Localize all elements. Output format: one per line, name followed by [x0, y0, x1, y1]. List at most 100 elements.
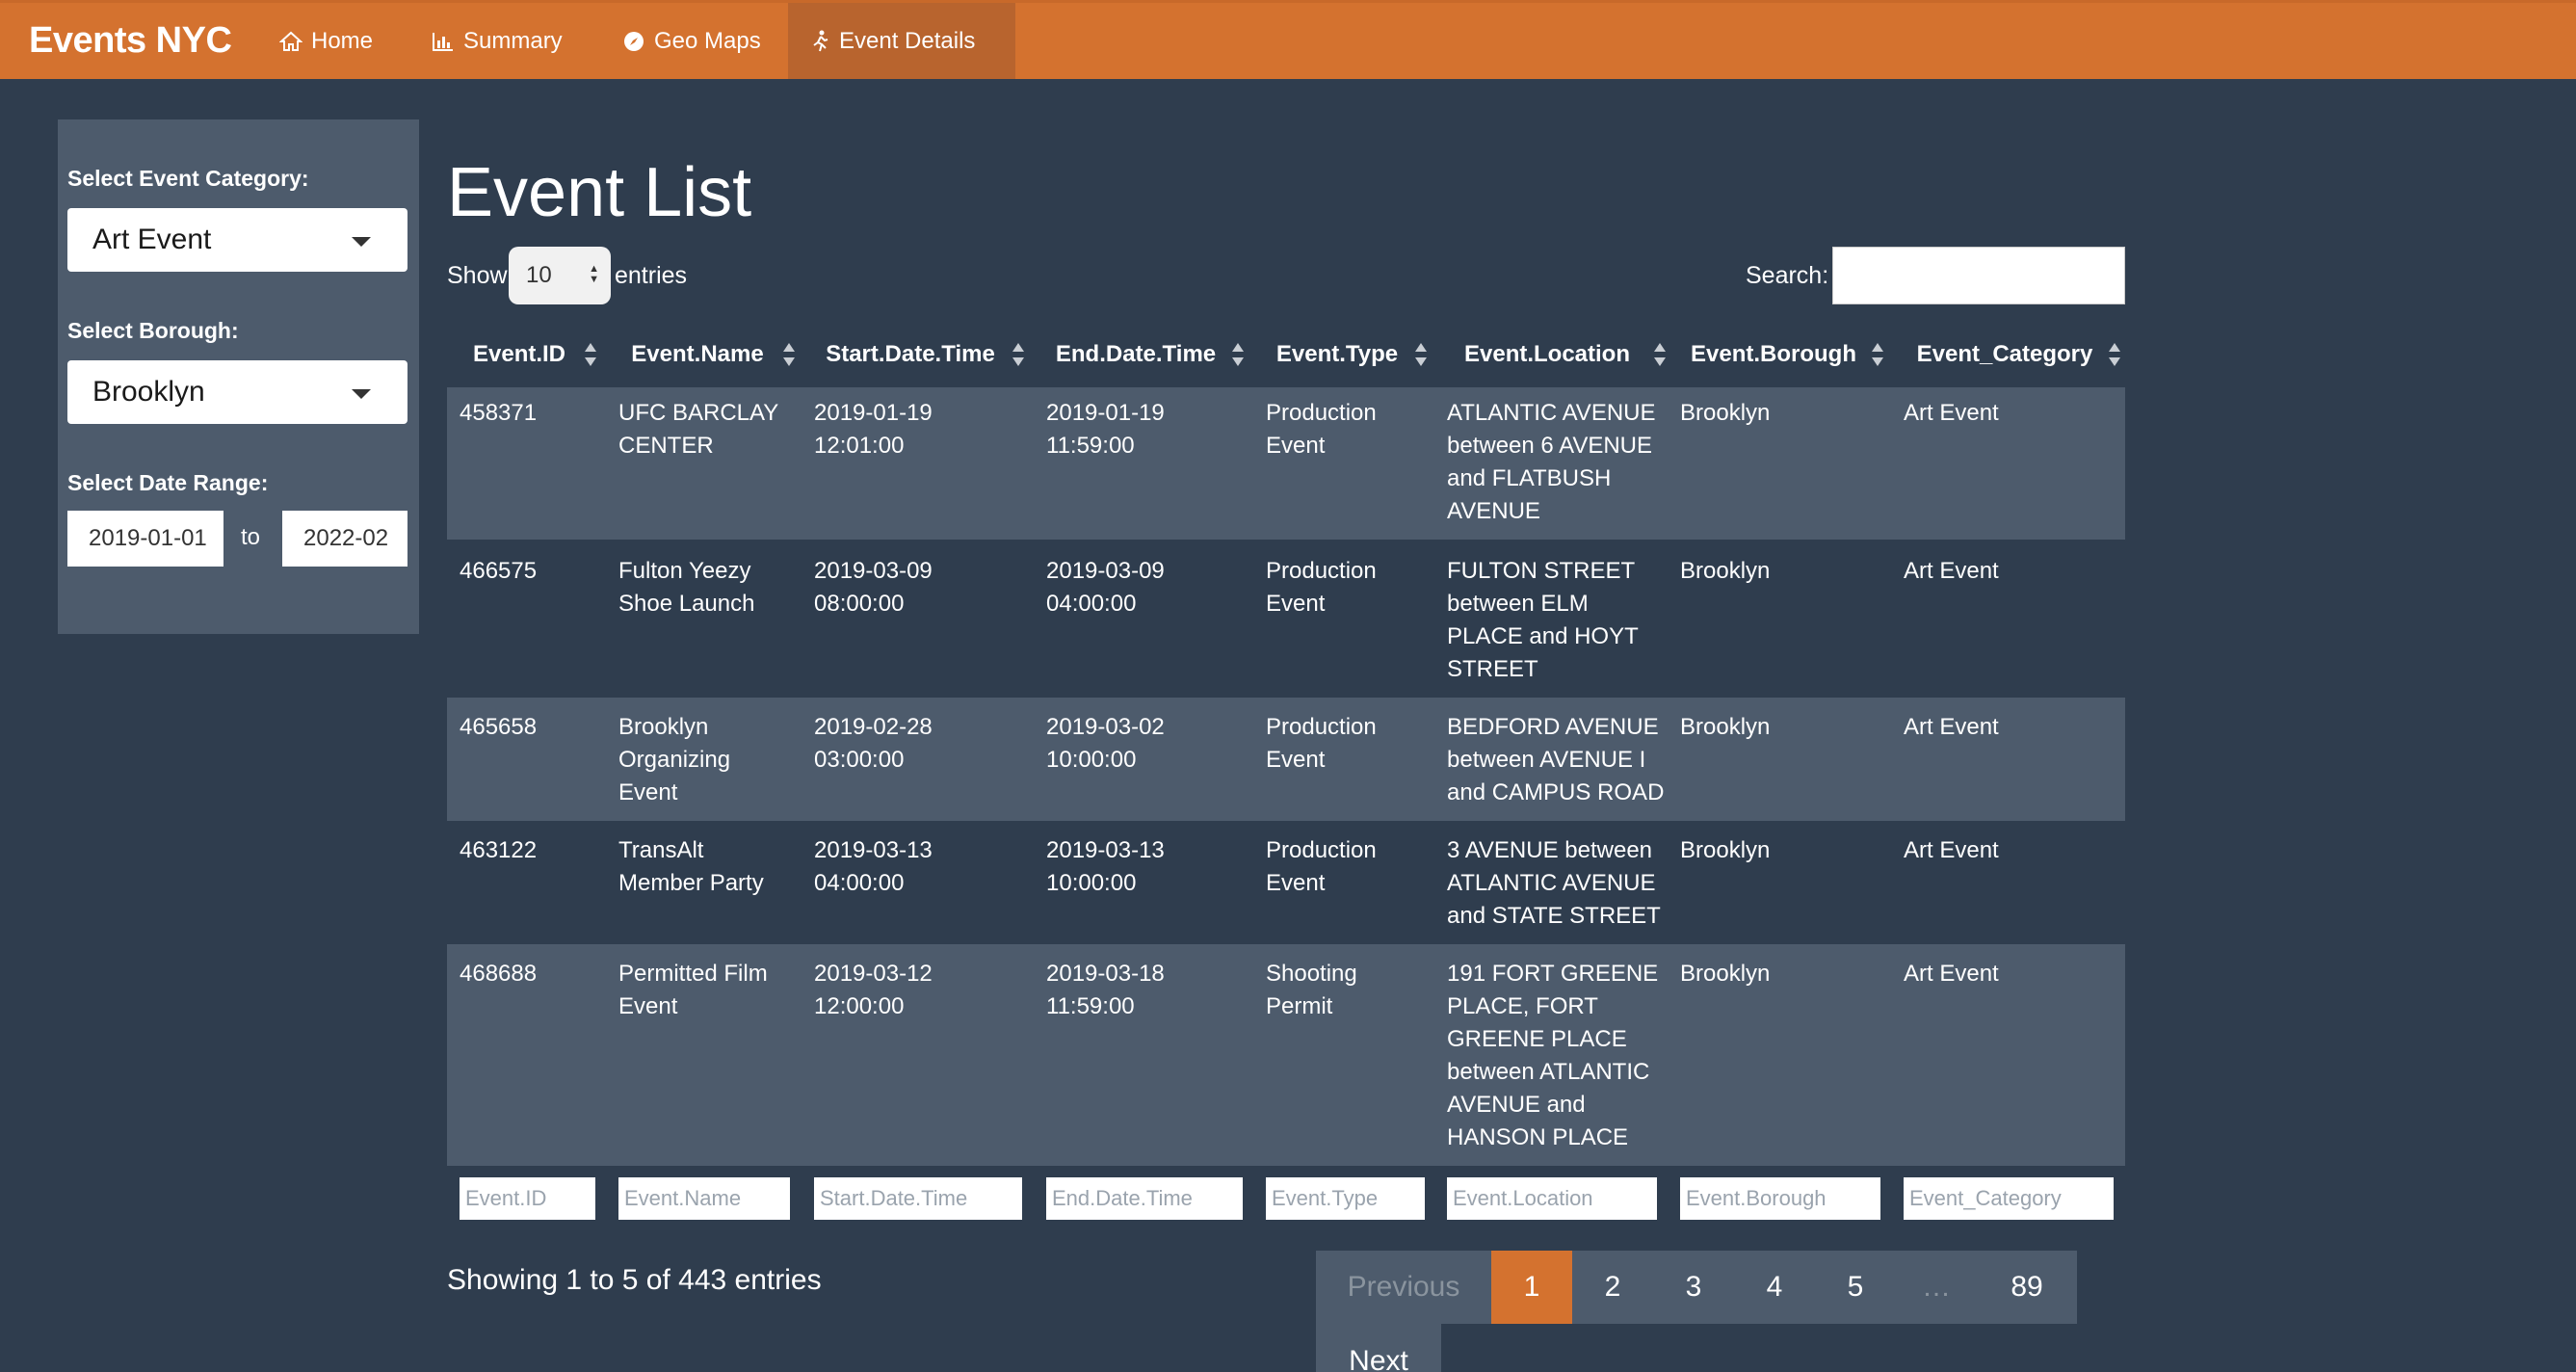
column-header-label: Event.Name: [631, 341, 764, 367]
category-select-value: Art Event: [92, 224, 212, 255]
category-label: Select Event Category:: [67, 166, 309, 191]
cell-start-date: 2019-01-19 12:01:00: [814, 400, 933, 459]
nav-summary-label: Summary: [463, 27, 563, 54]
cell-event-name: Fulton Yeezy Shoe Launch: [618, 558, 755, 617]
date-range-separator: to: [241, 524, 261, 550]
home-icon: [279, 31, 302, 51]
column-header-label: Event_Category: [1916, 341, 2093, 367]
filter-event-name[interactable]: Event.Name: [618, 1177, 790, 1220]
cell-event-location: BEDFORD AVENUE between AVENUE Iand CAMPUS…: [1447, 714, 1665, 805]
cell-event-name: Brooklyn Organizing Event: [618, 714, 731, 805]
sort-icon: [585, 343, 596, 366]
next-button[interactable]: Next: [1316, 1324, 1441, 1372]
cell-end-date: 2019-03-02 10:00:00: [1046, 714, 1165, 773]
top-navbar: Events NYC Home Summary Geo Maps Event D…: [0, 0, 2576, 79]
chevron-down-icon: [352, 237, 371, 247]
column-header-event-category[interactable]: Event_Category: [1907, 337, 2121, 372]
filter-event-borough[interactable]: Event.Borough: [1680, 1177, 1880, 1220]
search-label: Search:: [1746, 262, 1829, 289]
cell-event-category: Art Event: [1904, 961, 1999, 987]
cell-event-borough: Brooklyn: [1680, 961, 1771, 987]
cell-event-id: 468688: [460, 961, 538, 987]
cell-event-category: Art Event: [1904, 837, 1999, 863]
column-header-event-name[interactable]: Event.Name: [618, 337, 796, 372]
sort-icon: [1654, 343, 1666, 366]
page-button-5[interactable]: 5: [1815, 1251, 1896, 1324]
cell-event-id: 463122: [460, 837, 538, 863]
filter-start-date[interactable]: Start.Date.Time: [814, 1177, 1022, 1220]
page-button-2[interactable]: 2: [1572, 1251, 1653, 1324]
nav-home[interactable]: Home: [256, 3, 396, 79]
date-range-label: Select Date Range:: [67, 470, 269, 495]
cell-event-location: 3 AVENUE between ATLANTIC AVENUE and STATE…: [1447, 837, 1661, 929]
category-select[interactable]: Art Event: [67, 208, 407, 272]
chevron-down-icon: [352, 389, 371, 399]
nav-event-details-label: Event Details: [839, 27, 976, 54]
cell-event-type: Production Event: [1266, 837, 1377, 896]
cell-event-borough: Brooklyn: [1680, 714, 1771, 740]
cell-event-category: Art Event: [1904, 558, 1999, 584]
cell-event-type: Production Event: [1266, 558, 1377, 617]
cell-start-date: 2019-02-28 03:00:00: [814, 714, 933, 773]
cell-event-category: Art Event: [1904, 714, 1999, 740]
cell-event-borough: Brooklyn: [1680, 558, 1771, 584]
cell-end-date: 2019-03-09 04:00:00: [1046, 558, 1165, 617]
page-title: Event List: [447, 154, 752, 231]
show-label: Show: [447, 262, 508, 289]
previous-button[interactable]: Previous: [1316, 1251, 1491, 1324]
sort-icon: [1872, 343, 1883, 366]
cell-event-name: UFC BARCLAY CENTER: [618, 400, 779, 459]
cell-event-borough: Brooklyn: [1680, 837, 1771, 863]
column-header-label: Event.Location: [1463, 341, 1631, 367]
cell-event-type: Production Event: [1266, 714, 1377, 773]
cell-event-id: 466575: [460, 558, 538, 584]
column-header-event-type[interactable]: Event.Type: [1266, 337, 1428, 372]
page-length-value: 10: [526, 262, 552, 288]
filter-event-id[interactable]: Event.ID: [460, 1177, 595, 1220]
nav-summary[interactable]: Summary: [408, 3, 586, 79]
brand-title[interactable]: Events NYC: [29, 20, 232, 62]
cell-event-name: TransAlt Member Party: [618, 837, 764, 896]
column-header-label: Event.Type: [1275, 341, 1399, 367]
nav-geo-maps-label: Geo Maps: [654, 27, 761, 54]
column-header-event-borough[interactable]: Event.Borough: [1682, 337, 1884, 372]
column-header-event-location[interactable]: Event.Location: [1447, 337, 1667, 372]
cell-end-date: 2019-03-13 10:00:00: [1046, 837, 1165, 896]
compass-icon: [624, 31, 644, 51]
sort-icon: [1415, 343, 1427, 366]
cell-start-date: 2019-03-13 04:00:00: [814, 837, 933, 896]
column-header-start-date[interactable]: Start.Date.Time: [815, 337, 1025, 372]
cell-event-location: FULTON STREET between ELM PLACE and HOYT ST…: [1447, 558, 1639, 682]
borough-select-value: Brooklyn: [92, 376, 205, 408]
column-header-event-id[interactable]: Event.ID: [460, 337, 597, 372]
sort-icon: [1012, 343, 1024, 366]
borough-select[interactable]: Brooklyn: [67, 360, 407, 424]
date-end-input[interactable]: 2022-02: [282, 511, 407, 567]
cell-event-category: Art Event: [1904, 400, 1999, 426]
page-button-89[interactable]: 89: [1977, 1251, 2077, 1324]
filter-event-location[interactable]: Event.Location: [1447, 1177, 1657, 1220]
page-button-1[interactable]: 1: [1491, 1251, 1572, 1324]
cell-start-date: 2019-03-09 08:00:00: [814, 558, 933, 617]
cell-end-date: 2019-03-18 11:59:00: [1046, 961, 1165, 1019]
filter-event-category[interactable]: Event_Category: [1904, 1177, 2114, 1220]
column-header-end-date[interactable]: End.Date.Time: [1046, 337, 1245, 372]
cell-event-type: Production Event: [1266, 400, 1377, 459]
page-length-select[interactable]: 10 ▲ ▼: [509, 247, 611, 304]
filter-end-date[interactable]: End.Date.Time: [1046, 1177, 1243, 1220]
bar-chart-icon: [433, 32, 453, 51]
search-input[interactable]: [1832, 247, 2125, 304]
cell-event-type: Shooting Permit: [1266, 961, 1357, 1019]
nav-geo-maps[interactable]: Geo Maps: [599, 3, 784, 79]
sort-icon: [783, 343, 795, 366]
table-info: Showing 1 to 5 of 443 entries: [447, 1264, 822, 1296]
page-button-4[interactable]: 4: [1734, 1251, 1815, 1324]
column-header-label: Start.Date.Time: [826, 341, 995, 367]
cell-event-borough: Brooklyn: [1680, 400, 1771, 426]
entries-label: entries: [615, 262, 688, 289]
nav-event-details[interactable]: Event Details: [788, 3, 1015, 79]
page-button-3[interactable]: 3: [1653, 1251, 1734, 1324]
cell-end-date: 2019-01-19 11:59:00: [1046, 400, 1165, 459]
date-start-input[interactable]: 2019-01-01: [67, 511, 223, 567]
filter-event-type[interactable]: Event.Type: [1266, 1177, 1425, 1220]
